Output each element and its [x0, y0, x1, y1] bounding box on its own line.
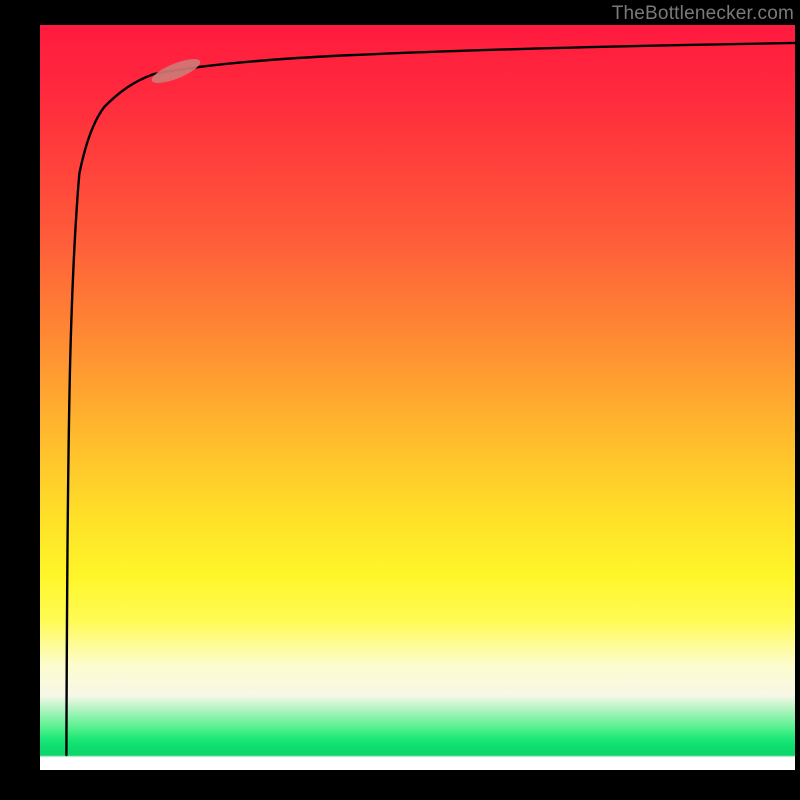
- bottleneck-curve: [66, 43, 795, 755]
- chart-frame: TheBottlenecker.com: [0, 0, 800, 800]
- curve-marker: [149, 54, 203, 87]
- curve-layer: [40, 25, 795, 770]
- watermark-text: TheBottlenecker.com: [612, 3, 794, 25]
